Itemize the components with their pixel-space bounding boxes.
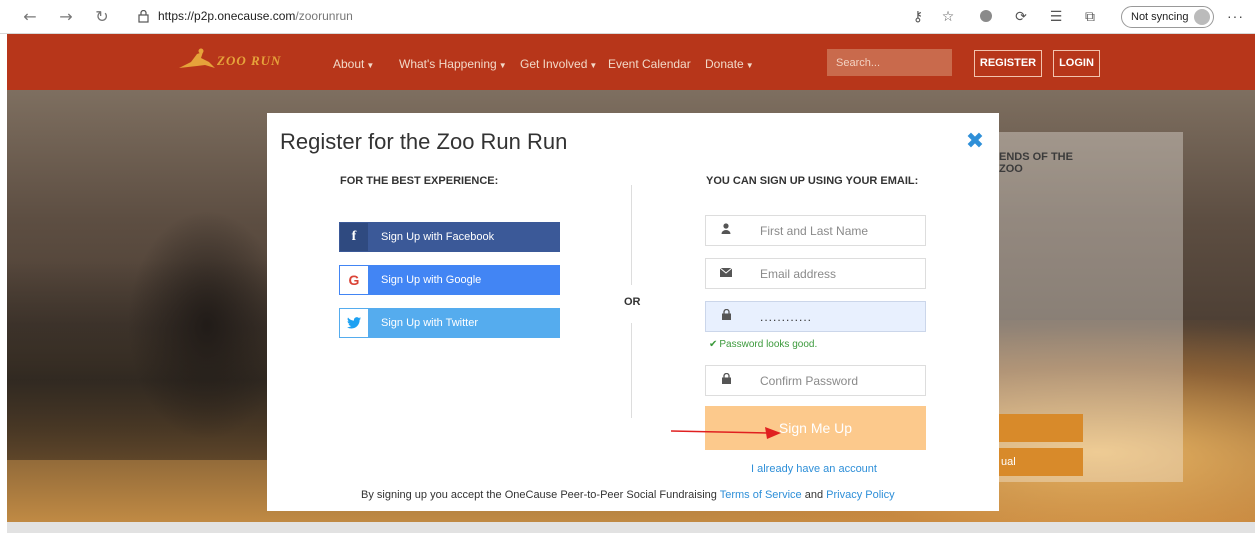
close-icon[interactable]: ✖ xyxy=(964,131,986,153)
key-icon[interactable]: ⚷ xyxy=(910,9,926,25)
confirm-password-field xyxy=(705,365,926,396)
more-options-icon[interactable]: ··· xyxy=(1227,8,1244,24)
collections-icon[interactable]: ⧉ xyxy=(1082,9,1098,25)
site-search-input[interactable] xyxy=(827,49,952,76)
envelope-icon xyxy=(706,259,746,288)
nav-get-involved[interactable]: Get Involved ▼ xyxy=(520,57,597,71)
event-card-button-2-label: ual xyxy=(1001,456,1016,468)
or-divider-top xyxy=(631,185,632,285)
address-bar[interactable]: https://p2p.onecause.com/zoorunrun xyxy=(126,5,896,29)
favorite-star-icon[interactable]: ☆ xyxy=(940,9,956,25)
back-arrow-icon[interactable]: ← xyxy=(20,7,40,27)
twitter-icon xyxy=(340,309,368,337)
email-input[interactable] xyxy=(747,259,925,288)
runner-silhouette xyxy=(127,210,287,440)
nav-about[interactable]: About ▼ xyxy=(333,57,374,71)
already-have-account-link[interactable]: I already have an account xyxy=(751,463,877,475)
user-icon xyxy=(706,216,746,245)
left-column-heading: FOR THE BEST EXPERIENCE: xyxy=(340,175,499,187)
forward-arrow-icon[interactable]: → xyxy=(56,7,76,27)
google-signup-button[interactable]: G Sign Up with Google xyxy=(339,265,560,295)
sync-label: Not syncing xyxy=(1131,11,1189,23)
logo-text: ZOO RUN xyxy=(217,53,282,68)
login-button[interactable]: LOGIN xyxy=(1053,50,1100,77)
nav-event-calendar-label: Event Calendar xyxy=(608,57,691,71)
sync-status-button[interactable]: Not syncing xyxy=(1121,6,1214,28)
right-column-heading: YOU CAN SIGN UP USING YOUR EMAIL: xyxy=(706,175,919,187)
google-signup-label: Sign Up with Google xyxy=(381,274,482,286)
extension-icon[interactable] xyxy=(978,9,994,25)
password-field xyxy=(705,301,926,332)
nav-donate[interactable]: Donate ▼ xyxy=(705,57,754,71)
event-card-line1: ENDS OF THE xyxy=(999,151,1073,163)
terms-prefix: By signing up you accept the OneCause Pe… xyxy=(361,489,717,501)
lock-icon xyxy=(706,366,746,395)
or-label: OR xyxy=(624,296,641,308)
chevron-down-icon: ▼ xyxy=(366,61,375,70)
twitter-signup-label: Sign Up with Twitter xyxy=(381,317,479,329)
site-header: ZOO RUN About ▼ What's Happening ▼ Get Inv… xyxy=(7,34,1255,90)
url-path: /zoorunrun xyxy=(295,9,353,23)
nav-whats-happening-label: What's Happening xyxy=(399,57,497,71)
page-footer-strip xyxy=(7,522,1255,533)
facebook-signup-button[interactable]: f Sign Up with Facebook xyxy=(339,222,560,252)
browser-toolbar: ← → ↻ https://p2p.onecause.com/zoorunrun… xyxy=(0,0,1255,34)
lock-icon xyxy=(706,302,746,331)
name-input[interactable] xyxy=(747,216,925,245)
event-card-line2: ZOO xyxy=(999,163,1023,175)
password-input[interactable] xyxy=(747,302,925,331)
lock-icon xyxy=(138,9,149,23)
terms-text: By signing up you accept the OneCause Pe… xyxy=(361,489,895,501)
reload-icon[interactable]: ↻ xyxy=(92,7,112,27)
event-card-button-1[interactable] xyxy=(993,414,1083,442)
name-field xyxy=(705,215,926,246)
url-host: https://p2p.onecause.com xyxy=(158,9,296,23)
chevron-down-icon: ▼ xyxy=(589,61,598,70)
facebook-signup-label: Sign Up with Facebook xyxy=(381,231,495,243)
nav-donate-label: Donate xyxy=(705,57,744,71)
email-field xyxy=(705,258,926,289)
checkmark-icon: ✔ xyxy=(709,339,718,350)
terms-and: and xyxy=(804,489,824,501)
terms-of-service-link[interactable]: Terms of Service xyxy=(720,489,802,501)
register-modal: Register for the Zoo Run Run ✖ FOR THE B… xyxy=(267,113,999,511)
facebook-icon: f xyxy=(340,223,368,251)
nav-get-involved-label: Get Involved xyxy=(520,57,588,71)
modal-title: Register for the Zoo Run Run xyxy=(280,129,568,154)
or-divider-bottom xyxy=(631,323,632,418)
nav-about-label: About xyxy=(333,57,365,71)
runner-logo-icon xyxy=(179,48,215,68)
register-button[interactable]: REGISTER xyxy=(974,50,1042,77)
site-logo[interactable]: ZOO RUN xyxy=(177,48,292,70)
profile-avatar xyxy=(1194,9,1210,25)
event-card-button-2[interactable]: ual xyxy=(993,448,1083,476)
event-card-heading: ENDS OF THE ZOO xyxy=(999,151,1073,175)
chevron-down-icon: ▼ xyxy=(745,61,754,70)
nav-event-calendar[interactable]: Event Calendar xyxy=(608,57,691,71)
url-text: https://p2p.onecause.com/zoorunrun xyxy=(158,9,353,23)
nav-whats-happening[interactable]: What's Happening ▼ xyxy=(399,57,507,71)
confirm-password-input[interactable] xyxy=(747,366,925,395)
password-valid-text: Password looks good. xyxy=(719,339,818,350)
privacy-policy-link[interactable]: Privacy Policy xyxy=(826,489,894,501)
favorites-list-icon[interactable]: ☰ xyxy=(1048,9,1064,25)
refresh-extension-icon[interactable]: ⟳ xyxy=(1013,9,1029,25)
annotation-arrow-icon xyxy=(671,427,781,439)
password-valid-message: ✔ Password looks good. xyxy=(709,339,817,350)
twitter-signup-button[interactable]: Sign Up with Twitter xyxy=(339,308,560,338)
google-icon: G xyxy=(340,266,368,294)
chevron-down-icon: ▼ xyxy=(498,61,507,70)
